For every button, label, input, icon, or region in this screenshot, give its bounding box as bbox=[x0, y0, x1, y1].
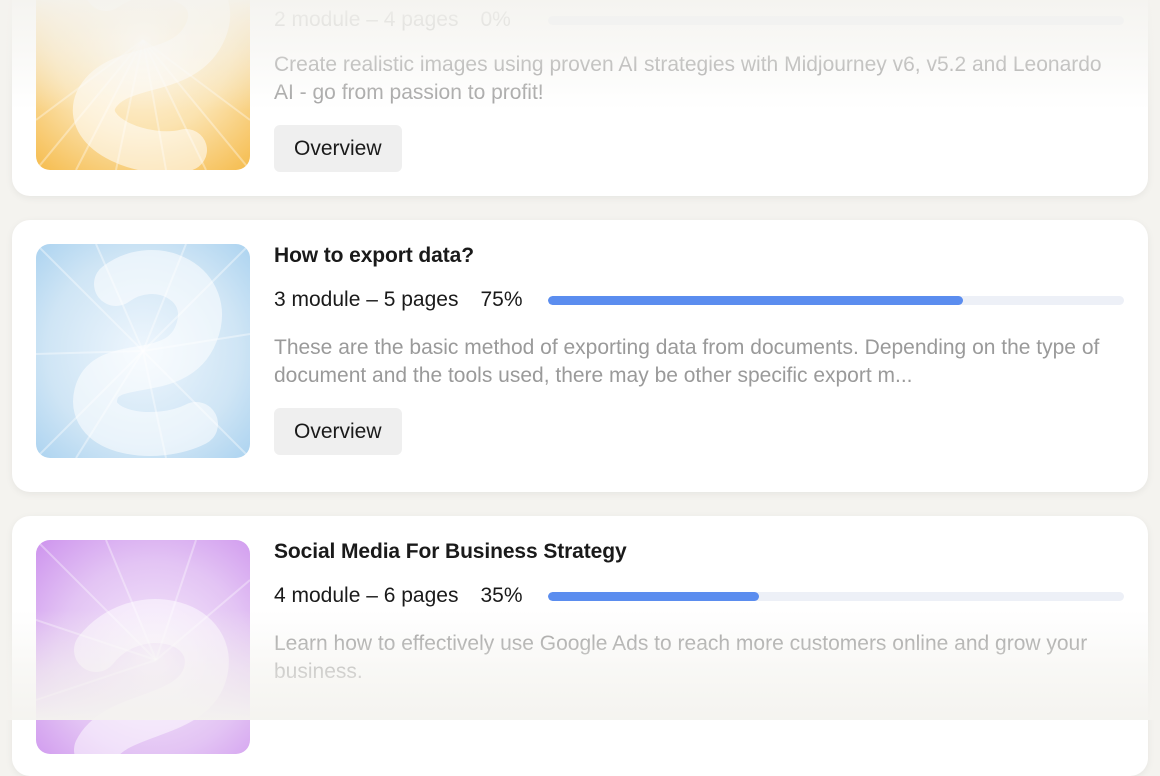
overview-button[interactable]: Overview bbox=[274, 408, 402, 455]
course-progress-row: 4 module – 6 pages 35% bbox=[274, 582, 1124, 610]
course-progress-label: 35% bbox=[480, 584, 523, 607]
progress-bar-fill bbox=[548, 295, 963, 305]
course-content: 2 module – 4 pages 0% Create realistic i… bbox=[274, 6, 1124, 172]
course-progress-row: 2 module – 4 pages 0% bbox=[274, 6, 1124, 34]
course-thumbnail bbox=[36, 0, 250, 170]
progress-bar bbox=[548, 591, 1124, 601]
course-thumbnail bbox=[36, 540, 250, 754]
course-thumbnail bbox=[36, 244, 250, 458]
course-progress-label: 0% bbox=[480, 8, 511, 31]
swirl-logo-icon bbox=[36, 540, 250, 754]
swirl-logo-icon bbox=[36, 0, 250, 170]
course-content: How to export data? 3 module – 5 pages 7… bbox=[274, 244, 1124, 455]
course-meta: 2 module – 4 pages bbox=[274, 8, 459, 31]
course-content: Social Media For Business Strategy 4 mod… bbox=[274, 540, 1124, 686]
course-description: These are the basic method of exporting … bbox=[274, 336, 1100, 387]
progress-bar bbox=[548, 15, 1124, 25]
swirl-logo-icon bbox=[36, 244, 250, 458]
course-description: Create realistic images using proven AI … bbox=[274, 53, 1102, 104]
course-progress-label: 75% bbox=[480, 288, 523, 311]
progress-bar bbox=[548, 295, 1124, 305]
course-card[interactable]: 2 module – 4 pages 0% Create realistic i… bbox=[12, 0, 1148, 196]
course-title: How to export data? bbox=[274, 244, 474, 267]
course-card[interactable]: How to export data? 3 module – 5 pages 7… bbox=[12, 220, 1148, 492]
course-meta: 4 module – 6 pages bbox=[274, 584, 459, 607]
course-progress-row: 3 module – 5 pages 75% bbox=[274, 286, 1124, 314]
course-card[interactable]: Social Media For Business Strategy 4 mod… bbox=[12, 516, 1148, 776]
progress-bar-fill bbox=[548, 591, 759, 601]
overview-button[interactable]: Overview bbox=[274, 125, 402, 172]
course-meta: 3 module – 5 pages bbox=[274, 288, 459, 311]
course-title: Social Media For Business Strategy bbox=[274, 540, 627, 563]
course-description: Learn how to effectively use Google Ads … bbox=[274, 632, 1088, 683]
